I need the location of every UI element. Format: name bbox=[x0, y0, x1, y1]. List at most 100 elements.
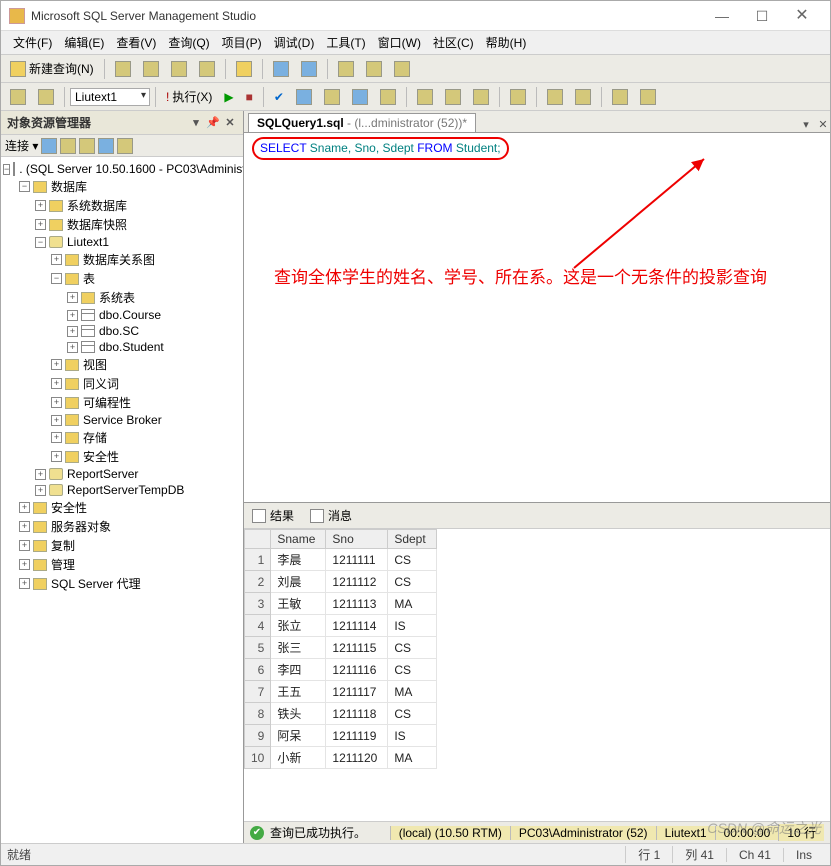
cell[interactable]: 刘晨 bbox=[271, 571, 326, 593]
menu-view[interactable]: 查看(V) bbox=[110, 32, 162, 53]
query-tab[interactable]: SQLQuery1.sql - (l...dministrator (52))* bbox=[248, 113, 476, 132]
uncomment-button[interactable] bbox=[635, 86, 661, 108]
table-row[interactable]: 1李晨1211111CS bbox=[245, 549, 437, 571]
row-number[interactable]: 6 bbox=[245, 659, 271, 681]
row-number[interactable]: 5 bbox=[245, 637, 271, 659]
tb-btn-2[interactable] bbox=[138, 58, 164, 80]
cell[interactable]: MA bbox=[388, 681, 436, 703]
menu-file[interactable]: 文件(F) bbox=[7, 32, 58, 53]
cell[interactable]: 小新 bbox=[271, 747, 326, 769]
table-row[interactable]: 2刘晨1211112CS bbox=[245, 571, 437, 593]
row-number[interactable]: 3 bbox=[245, 593, 271, 615]
sql-editor[interactable]: SELECT Sname, Sno, Sdept FROM Student; 查… bbox=[244, 133, 830, 503]
row-number[interactable]: 1 bbox=[245, 549, 271, 571]
cell[interactable]: 1211113 bbox=[326, 593, 388, 615]
menu-debug[interactable]: 调试(D) bbox=[268, 32, 321, 53]
row-number[interactable]: 4 bbox=[245, 615, 271, 637]
node-views[interactable]: 视图 bbox=[83, 356, 107, 373]
tb-btn-5[interactable] bbox=[333, 58, 359, 80]
row-number[interactable]: 7 bbox=[245, 681, 271, 703]
cell[interactable]: CS bbox=[388, 659, 436, 681]
cell[interactable]: 张三 bbox=[271, 637, 326, 659]
cell[interactable]: CS bbox=[388, 637, 436, 659]
parse-button[interactable]: ✔ bbox=[269, 87, 289, 107]
node-management[interactable]: 管理 bbox=[51, 556, 75, 573]
node-sc[interactable]: dbo.SC bbox=[99, 324, 139, 338]
cell[interactable]: 李四 bbox=[271, 659, 326, 681]
table-row[interactable]: 5张三1211115CS bbox=[245, 637, 437, 659]
debug-play-button[interactable]: ▶ bbox=[219, 87, 238, 107]
menu-community[interactable]: 社区(C) bbox=[427, 32, 480, 53]
tb-btn-3[interactable] bbox=[166, 58, 192, 80]
tb-btn-4[interactable] bbox=[194, 58, 220, 80]
tb2-btn-5[interactable] bbox=[347, 86, 373, 108]
stop-button[interactable]: ■ bbox=[241, 87, 258, 107]
cell[interactable]: 1211114 bbox=[326, 615, 388, 637]
results-grid[interactable]: SnameSnoSdept 1李晨1211111CS2刘晨1211112CS3王… bbox=[244, 529, 830, 821]
connect-label[interactable]: 连接 ▾ bbox=[5, 137, 38, 154]
row-number[interactable]: 2 bbox=[245, 571, 271, 593]
tb2-btn-2[interactable] bbox=[33, 86, 59, 108]
node-storage[interactable]: 存储 bbox=[83, 429, 107, 446]
node-synonyms[interactable]: 同义词 bbox=[83, 375, 119, 392]
node-replication[interactable]: 复制 bbox=[51, 537, 75, 554]
node-tables[interactable]: 表 bbox=[83, 270, 95, 287]
menu-help[interactable]: 帮助(H) bbox=[480, 32, 533, 53]
cell[interactable]: 1211115 bbox=[326, 637, 388, 659]
panel-close-button[interactable]: ✕ bbox=[223, 116, 237, 130]
node-student[interactable]: dbo.Student bbox=[99, 340, 164, 354]
cell[interactable]: 铁头 bbox=[271, 703, 326, 725]
menu-edit[interactable]: 编辑(E) bbox=[58, 32, 110, 53]
cell[interactable]: 1211111 bbox=[326, 549, 388, 571]
node-diagrams[interactable]: 数据库关系图 bbox=[83, 251, 155, 268]
cell[interactable]: 阿呆 bbox=[271, 725, 326, 747]
tb2-btn-6[interactable] bbox=[375, 86, 401, 108]
dropdown-icon[interactable]: ▾ bbox=[189, 116, 203, 130]
node-snapshots[interactable]: 数据库快照 bbox=[67, 216, 127, 233]
node-reporttmp[interactable]: ReportServerTempDB bbox=[67, 483, 184, 497]
table-row[interactable]: 7王五1211117MA bbox=[245, 681, 437, 703]
execute-button[interactable]: ! 执行(X) bbox=[161, 85, 217, 108]
node-agent[interactable]: SQL Server 代理 bbox=[51, 575, 141, 592]
stop-icon[interactable] bbox=[79, 138, 95, 154]
tb2-btn-8[interactable] bbox=[440, 86, 466, 108]
cell[interactable]: 王敏 bbox=[271, 593, 326, 615]
menu-query[interactable]: 查询(Q) bbox=[162, 32, 215, 53]
column-header[interactable]: Sname bbox=[271, 530, 326, 549]
node-systables[interactable]: 系统表 bbox=[99, 289, 135, 306]
cell[interactable]: CS bbox=[388, 703, 436, 725]
tb2-btn-9[interactable] bbox=[468, 86, 494, 108]
node-sysdb[interactable]: 系统数据库 bbox=[67, 197, 127, 214]
node-security-db[interactable]: 安全性 bbox=[83, 448, 119, 465]
menu-project[interactable]: 项目(P) bbox=[216, 32, 268, 53]
table-row[interactable]: 8铁头1211118CS bbox=[245, 703, 437, 725]
column-header[interactable]: Sno bbox=[326, 530, 388, 549]
cell[interactable]: MA bbox=[388, 593, 436, 615]
tb2-btn-10[interactable] bbox=[505, 86, 531, 108]
node-liutext[interactable]: Liutext1 bbox=[67, 235, 109, 249]
cell[interactable]: 1211119 bbox=[326, 725, 388, 747]
object-tree[interactable]: −. (SQL Server 10.50.1600 - PC03\Adminis… bbox=[1, 157, 243, 843]
cell[interactable]: MA bbox=[388, 747, 436, 769]
node-sbroker[interactable]: Service Broker bbox=[83, 413, 162, 427]
tab-dropdown-icon[interactable]: ▾ bbox=[799, 118, 813, 132]
close-button[interactable]: ✕ bbox=[782, 4, 822, 28]
node-serverobj[interactable]: 服务器对象 bbox=[51, 518, 111, 535]
table-row[interactable]: 6李四1211116CS bbox=[245, 659, 437, 681]
outdent-button[interactable] bbox=[570, 86, 596, 108]
results-tab[interactable]: 结果 bbox=[248, 505, 298, 526]
refresh-icon[interactable] bbox=[98, 138, 114, 154]
menu-tools[interactable]: 工具(T) bbox=[320, 32, 371, 53]
cell[interactable]: 李晨 bbox=[271, 549, 326, 571]
cell[interactable]: IS bbox=[388, 725, 436, 747]
tb2-btn-7[interactable] bbox=[412, 86, 438, 108]
save-button[interactable] bbox=[268, 58, 294, 80]
minimize-button[interactable]: — bbox=[702, 4, 742, 28]
new-query-button[interactable]: 新建查询(N) bbox=[5, 57, 99, 80]
node-programmability[interactable]: 可编程性 bbox=[83, 394, 131, 411]
row-number[interactable]: 9 bbox=[245, 725, 271, 747]
open-button[interactable] bbox=[231, 58, 257, 80]
node-security[interactable]: 安全性 bbox=[51, 499, 87, 516]
table-row[interactable]: 3王敏1211113MA bbox=[245, 593, 437, 615]
table-row[interactable]: 9阿呆1211119IS bbox=[245, 725, 437, 747]
